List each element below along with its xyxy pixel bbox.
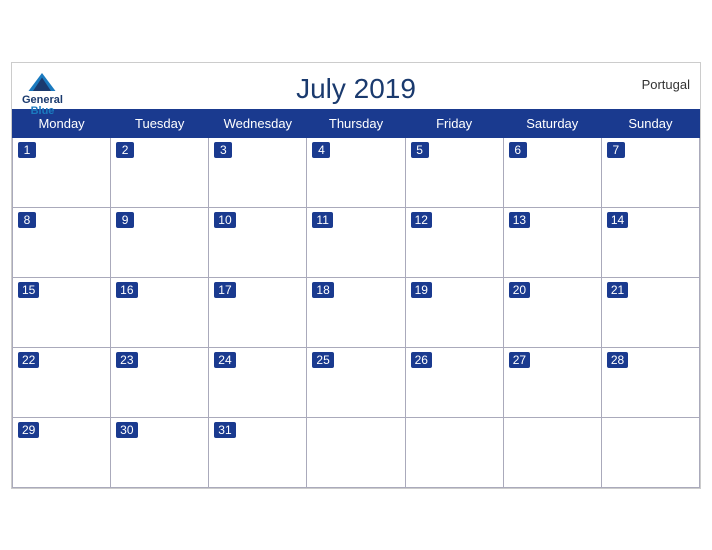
date-number: 10 xyxy=(214,212,235,228)
logo-text-blue: Blue xyxy=(31,106,55,117)
date-number: 31 xyxy=(214,422,235,438)
table-row: 13 xyxy=(503,207,601,277)
table-row: 9 xyxy=(111,207,209,277)
calendar-table: Monday Tuesday Wednesday Thursday Friday… xyxy=(12,109,700,488)
date-number: 18 xyxy=(312,282,333,298)
date-number: 29 xyxy=(18,422,39,438)
date-number: 4 xyxy=(312,142,330,158)
table-row: 4 xyxy=(307,137,405,207)
date-number: 19 xyxy=(411,282,432,298)
date-number: 30 xyxy=(116,422,137,438)
date-number: 22 xyxy=(18,352,39,368)
table-row: 2 xyxy=(111,137,209,207)
table-row: 26 xyxy=(405,347,503,417)
table-row: 29 xyxy=(13,417,111,487)
table-row: 6 xyxy=(503,137,601,207)
table-row: 31 xyxy=(209,417,307,487)
date-number: 2 xyxy=(116,142,134,158)
table-row: 3 xyxy=(209,137,307,207)
table-row: 22 xyxy=(13,347,111,417)
table-row: 16 xyxy=(111,277,209,347)
table-row: 5 xyxy=(405,137,503,207)
table-row: 14 xyxy=(601,207,699,277)
table-row: 18 xyxy=(307,277,405,347)
calendar-week-row: 22 23 24 25 26 27 28 xyxy=(13,347,700,417)
table-row xyxy=(503,417,601,487)
calendar: General Blue July 2019 Portugal Monday T… xyxy=(11,62,701,489)
logo: General Blue xyxy=(22,71,63,117)
logo-text-general: General xyxy=(22,95,63,106)
date-number: 9 xyxy=(116,212,134,228)
table-row xyxy=(405,417,503,487)
calendar-header: General Blue July 2019 Portugal xyxy=(12,63,700,109)
calendar-title: July 2019 xyxy=(296,73,416,105)
table-row: 30 xyxy=(111,417,209,487)
date-number: 5 xyxy=(411,142,429,158)
date-number: 26 xyxy=(411,352,432,368)
calendar-week-row: 15 16 17 18 19 20 21 xyxy=(13,277,700,347)
date-number: 25 xyxy=(312,352,333,368)
table-row: 11 xyxy=(307,207,405,277)
calendar-week-row: 8 9 10 11 12 13 14 xyxy=(13,207,700,277)
date-number: 21 xyxy=(607,282,628,298)
date-number: 12 xyxy=(411,212,432,228)
table-row: 23 xyxy=(111,347,209,417)
table-row: 7 xyxy=(601,137,699,207)
table-row: 20 xyxy=(503,277,601,347)
table-row xyxy=(307,417,405,487)
table-row: 24 xyxy=(209,347,307,417)
table-row: 21 xyxy=(601,277,699,347)
table-row: 12 xyxy=(405,207,503,277)
date-number: 14 xyxy=(607,212,628,228)
date-number: 1 xyxy=(18,142,36,158)
table-row: 1 xyxy=(13,137,111,207)
header-wednesday: Wednesday xyxy=(209,109,307,137)
table-row: 19 xyxy=(405,277,503,347)
table-row: 15 xyxy=(13,277,111,347)
calendar-week-row: 29 30 31 xyxy=(13,417,700,487)
date-number: 24 xyxy=(214,352,235,368)
date-number: 17 xyxy=(214,282,235,298)
date-number: 16 xyxy=(116,282,137,298)
date-number: 23 xyxy=(116,352,137,368)
date-number: 7 xyxy=(607,142,625,158)
table-row: 17 xyxy=(209,277,307,347)
date-number: 11 xyxy=(312,212,332,228)
table-row: 25 xyxy=(307,347,405,417)
table-row: 10 xyxy=(209,207,307,277)
date-number: 15 xyxy=(18,282,39,298)
header-friday: Friday xyxy=(405,109,503,137)
header-thursday: Thursday xyxy=(307,109,405,137)
header-sunday: Sunday xyxy=(601,109,699,137)
country-label: Portugal xyxy=(642,77,690,92)
date-number: 6 xyxy=(509,142,527,158)
table-row: 8 xyxy=(13,207,111,277)
header-tuesday: Tuesday xyxy=(111,109,209,137)
table-row xyxy=(601,417,699,487)
calendar-week-row: 1 2 3 4 5 6 7 xyxy=(13,137,700,207)
header-saturday: Saturday xyxy=(503,109,601,137)
date-number: 28 xyxy=(607,352,628,368)
logo-icon xyxy=(27,71,57,93)
date-number: 27 xyxy=(509,352,530,368)
date-number: 8 xyxy=(18,212,36,228)
weekday-header-row: Monday Tuesday Wednesday Thursday Friday… xyxy=(13,109,700,137)
date-number: 3 xyxy=(214,142,232,158)
table-row: 28 xyxy=(601,347,699,417)
date-number: 20 xyxy=(509,282,530,298)
date-number: 13 xyxy=(509,212,530,228)
table-row: 27 xyxy=(503,347,601,417)
